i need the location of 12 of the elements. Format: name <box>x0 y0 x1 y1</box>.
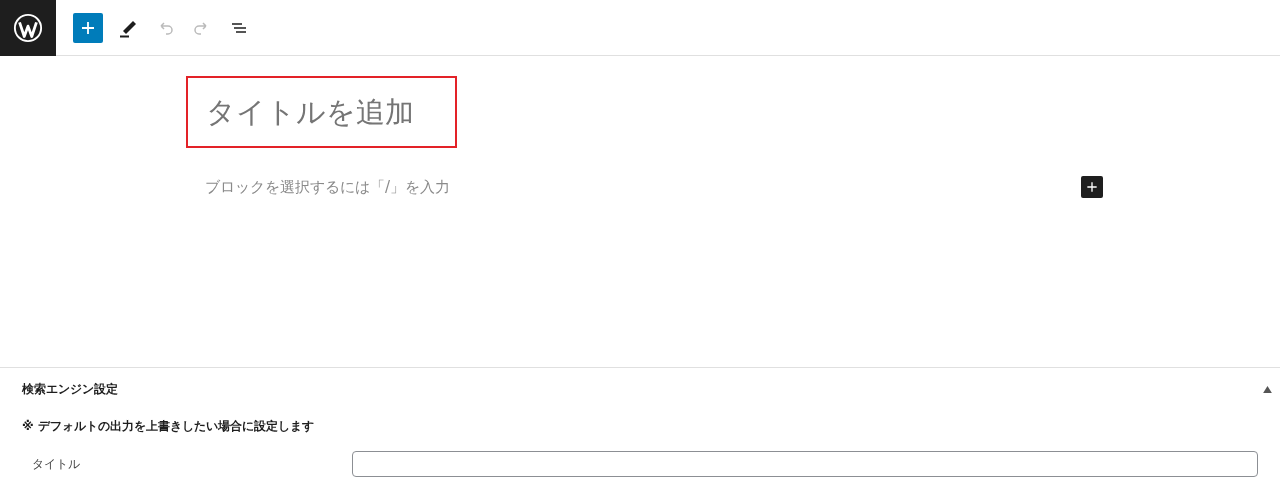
title-input-field[interactable] <box>352 451 1258 477</box>
add-block-button[interactable] <box>73 12 103 43</box>
add-block-button[interactable] <box>1081 176 1103 198</box>
panel-note: ※ デフォルトの出力を上書きしたい場合に設定します <box>21 418 315 435</box>
block-placeholder[interactable]: ブロックを選択するには「/」を入力 <box>205 177 451 197</box>
field-label: タイトル <box>32 455 81 473</box>
plus-icon <box>1084 179 1100 195</box>
title-field[interactable]: タイトルを追加 <box>186 76 457 148</box>
wordpress-logo[interactable] <box>0 0 56 56</box>
caret-icon[interactable] <box>1263 386 1272 393</box>
logo-icon <box>13 13 43 43</box>
panel-title: 検索エンジン設定 <box>22 381 118 398</box>
